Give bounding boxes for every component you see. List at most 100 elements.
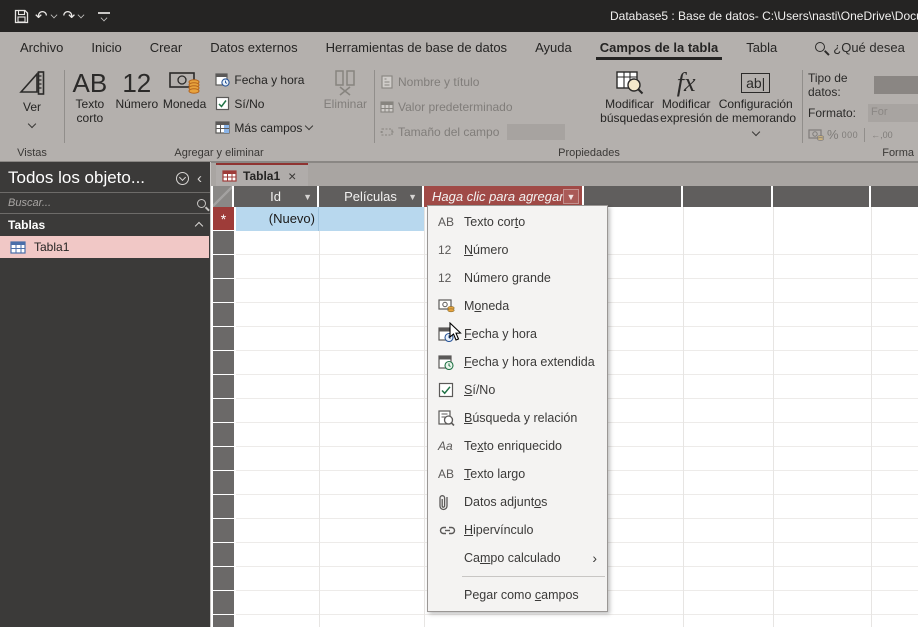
- modify-lookups-button[interactable]: Modificar búsquedas: [600, 62, 659, 144]
- column-label: Id: [270, 189, 281, 204]
- peliculas-cell-new[interactable]: [319, 207, 424, 231]
- yes-no-icon: [215, 96, 230, 111]
- modify-expression-button[interactable]: fx Modificar expresión: [659, 62, 714, 144]
- ribbon-tab-herramientas-de-base-de-datos[interactable]: Herramientas de base de datos: [312, 32, 521, 62]
- row-selector[interactable]: [213, 615, 234, 627]
- column-header-peliculas[interactable]: Películas ▼: [319, 186, 424, 207]
- delete-label: Eliminar: [323, 97, 368, 111]
- ribbon-tab-tabla[interactable]: Tabla: [732, 32, 791, 62]
- row-selector[interactable]: [213, 543, 234, 566]
- close-icon[interactable]: ×: [288, 168, 296, 184]
- row-selector[interactable]: [213, 495, 234, 518]
- format-label: Formato:: [808, 106, 857, 120]
- nav-item-tabla1[interactable]: Tabla1: [0, 236, 209, 258]
- new-record-star-icon: *: [220, 210, 227, 227]
- shutter-close-icon[interactable]: ‹: [195, 170, 204, 187]
- menu-item-hiperv-nculo[interactable]: Hipervínculo: [428, 516, 607, 544]
- row-selector[interactable]: [213, 327, 234, 350]
- menu-item-b-squeda-y-relaci-n[interactable]: Búsqueda y relación: [428, 404, 607, 432]
- menu-item-n-mero-grande[interactable]: 12 Número grande: [428, 264, 607, 292]
- select-all-corner[interactable]: [213, 186, 234, 207]
- row-selector[interactable]: [213, 255, 234, 278]
- nav-search-icon: [197, 198, 206, 208]
- row-selector[interactable]: [213, 519, 234, 542]
- group-vistas: Ver Vistas: [6, 62, 58, 162]
- row-selector[interactable]: [213, 303, 234, 326]
- empty-column-header: [773, 186, 871, 207]
- menu-item-texto-enriquecido[interactable]: Aa Texto enriquecido: [428, 432, 607, 460]
- short-text-button[interactable]: AB Texto corto: [66, 62, 114, 144]
- ribbon-tab-inicio[interactable]: Inicio: [77, 32, 135, 62]
- more-fields-button[interactable]: Más campos: [215, 117, 314, 138]
- data-type-dropdown[interactable]: [874, 76, 918, 94]
- document-tab-tabla1[interactable]: Tabla1 ×: [216, 163, 308, 187]
- ribbon-tab-archivo[interactable]: Archivo: [6, 32, 77, 62]
- menu-item-label: Texto largo: [464, 467, 526, 481]
- ribbon-tab-datos-externos[interactable]: Datos externos: [196, 32, 311, 62]
- row-selector[interactable]: [213, 591, 234, 614]
- increase-decimals-icon: ←,00: [871, 129, 893, 140]
- number-button[interactable]: 12 Número: [114, 62, 160, 144]
- row-selector[interactable]: [213, 423, 234, 446]
- menu-item-texto-largo[interactable]: AB Texto largo: [428, 460, 607, 488]
- short-text-icon: AB: [72, 68, 108, 98]
- modify-lookups-icon: [615, 68, 645, 98]
- group-label-vistas: Vistas: [17, 147, 47, 159]
- document-tab-label: Tabla1: [243, 169, 281, 183]
- filter-arrow-icon[interactable]: ▼: [303, 192, 312, 202]
- undo-icon[interactable]: ↶: [35, 7, 57, 25]
- row-selector[interactable]: [213, 231, 234, 254]
- column-header-id[interactable]: Id ▼: [234, 186, 319, 207]
- menu-item-pegar-como-campos[interactable]: Pegar como campos: [428, 581, 607, 609]
- menu-item-moneda[interactable]: Moneda: [428, 292, 607, 320]
- currency-button[interactable]: Moneda: [160, 62, 210, 144]
- view-button[interactable]: Ver: [6, 62, 58, 144]
- format-dropdown: For: [868, 104, 918, 122]
- new-record-row[interactable]: (Nuevo): [236, 207, 424, 231]
- table-icon: [222, 170, 237, 182]
- row-selector[interactable]: [213, 567, 234, 590]
- nav-search[interactable]: Buscar...: [0, 192, 210, 214]
- data-type-label: Tipo de datos:: [808, 71, 848, 99]
- menu-item-n-mero[interactable]: 12 Número: [428, 236, 607, 264]
- ribbon-tab-row: Archivo Inicio Crear Datos externos Herramie…: [0, 32, 918, 62]
- ribbon-tab-campos-de-la-tabla[interactable]: Campos de la tabla: [586, 32, 732, 62]
- number-icon: 12: [122, 68, 152, 98]
- add-field-header[interactable]: Haga clic para agregar ▼: [424, 186, 584, 207]
- nav-menu-icon[interactable]: [176, 171, 189, 185]
- ribbon-tab-crear[interactable]: Crear: [136, 32, 197, 62]
- id-cell-new[interactable]: (Nuevo): [236, 207, 319, 231]
- menu-item-label: Número grande: [464, 271, 551, 285]
- menu-item-fecha-y-hora-extendida[interactable]: Fecha y hora extendida: [428, 348, 607, 376]
- filter-arrow-icon[interactable]: ▼: [408, 192, 417, 202]
- ribbon-tab-ayuda[interactable]: Ayuda: [521, 32, 586, 62]
- date-time-button[interactable]: Fecha y hora: [215, 69, 314, 90]
- nav-section-tablas[interactable]: Tablas: [0, 214, 210, 236]
- menu-item-campo-calculado[interactable]: Campo calculado ›: [428, 544, 607, 572]
- tell-me-search[interactable]: ¿Qué desea: [815, 40, 905, 55]
- row-selector[interactable]: [213, 447, 234, 470]
- field-size-label: Tamaño del campo: [398, 124, 500, 139]
- row-selector[interactable]: [213, 471, 234, 494]
- row-selector[interactable]: [213, 351, 234, 374]
- save-icon[interactable]: [14, 9, 29, 24]
- new-record-selector[interactable]: *: [213, 207, 234, 230]
- memo-settings-button[interactable]: ab| Configuración de memorando: [713, 62, 798, 144]
- redo-icon[interactable]: ↷: [63, 7, 85, 25]
- empty-column-header: [871, 186, 918, 207]
- large-number-icon: 12: [438, 271, 452, 285]
- menu-item-label: Fecha y hora: [464, 327, 537, 341]
- yes-no-button[interactable]: Sí/No: [215, 93, 314, 114]
- customize-qat-icon[interactable]: [98, 11, 111, 21]
- add-field-dropdown-icon[interactable]: ▼: [563, 189, 579, 204]
- fx-icon: fx: [676, 68, 696, 97]
- row-selector[interactable]: [213, 375, 234, 398]
- menu-item-texto-corto[interactable]: AB Texto corto: [428, 208, 607, 236]
- menu-item-datos-adjuntos[interactable]: Datos adjuntos: [428, 488, 607, 516]
- menu-item-s-no[interactable]: Sí/No: [428, 376, 607, 404]
- currency-format-icon: [808, 128, 824, 141]
- menu-item-label: Datos adjuntos: [464, 495, 548, 509]
- empty-column-header: [683, 186, 773, 207]
- row-selector[interactable]: [213, 279, 234, 302]
- row-selector[interactable]: [213, 399, 234, 422]
